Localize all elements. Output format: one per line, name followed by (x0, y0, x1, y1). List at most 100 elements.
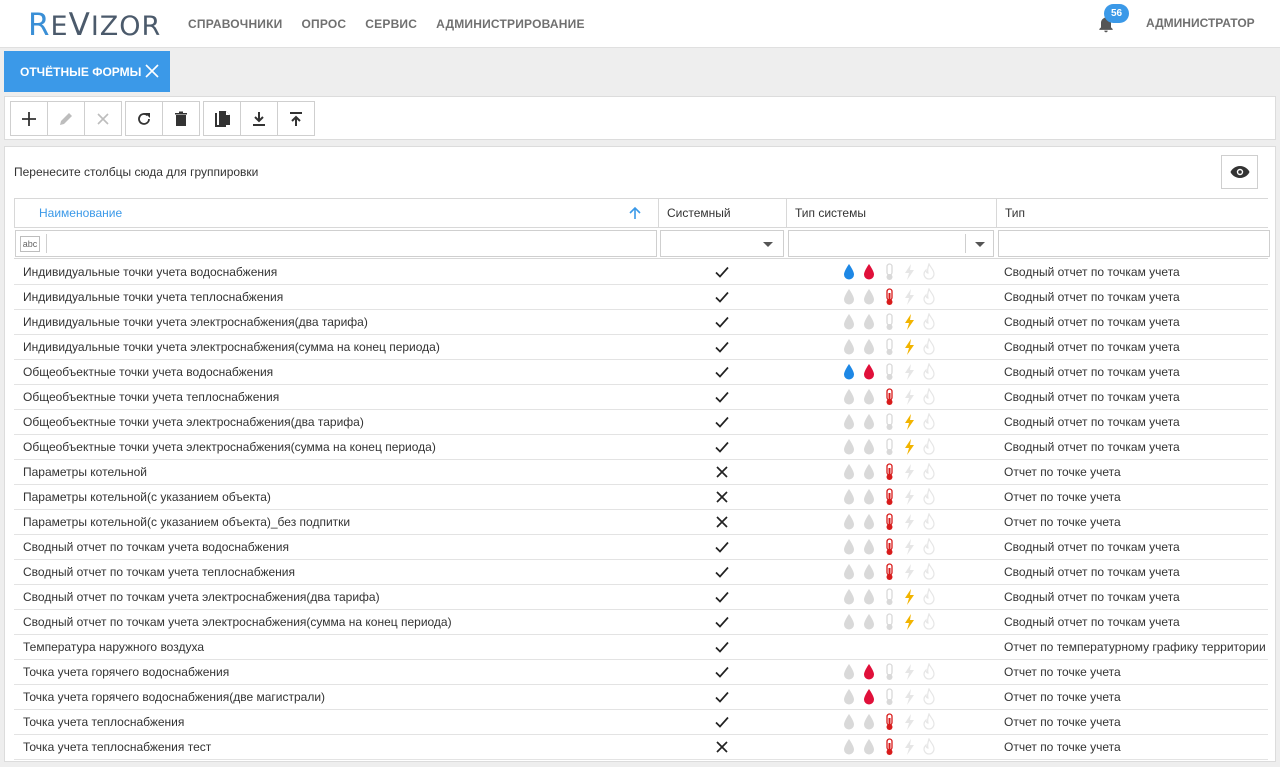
system-type-icons (842, 738, 942, 756)
cell-name: Общеобъектные точки учета теплоснабжения (23, 390, 280, 404)
cell-name: Сводный отчет по точкам учета водоснабже… (23, 540, 289, 554)
thermometer-icon (886, 488, 893, 505)
cell-type: Сводный отчет по точкам учета (1004, 265, 1180, 279)
logo-letter-e: E (50, 11, 69, 42)
lightning-icon (905, 589, 914, 605)
column-header-name[interactable]: Наименование (14, 199, 658, 227)
thermometer-icon (886, 663, 893, 680)
thermometer-icon (886, 513, 893, 530)
cross-icon (714, 464, 730, 480)
thermometer-icon (886, 288, 893, 305)
column-header-system[interactable]: Системный (658, 199, 786, 227)
delete-icon (175, 111, 187, 126)
cold-water-icon (844, 439, 854, 455)
table-row[interactable]: Общеобъектные точки учета электроснабжен… (14, 410, 1268, 435)
text-filter-icon[interactable]: abc (20, 236, 40, 252)
copy-icon (215, 110, 230, 127)
thermometer-icon (886, 313, 893, 330)
lightning-icon (905, 664, 914, 680)
table-row[interactable]: Общеобъектные точки учета электроснабжен… (14, 435, 1268, 460)
cancel-button[interactable] (84, 101, 122, 136)
system-type-icons (842, 413, 942, 431)
table-row[interactable]: Индивидуальные точки учета электроснабже… (14, 335, 1268, 360)
system-type-icons (842, 538, 942, 556)
delete-button[interactable] (162, 101, 200, 136)
cell-type: Сводный отчет по точкам учета (1004, 290, 1180, 304)
table-row[interactable]: Температура наружного воздуха Отчет по те… (14, 635, 1268, 660)
table-row[interactable]: Сводный отчет по точкам учета водоснабже… (14, 535, 1268, 560)
copy-button[interactable] (203, 101, 241, 136)
table-row[interactable]: Индивидуальные точки учета теплоснабжени… (14, 285, 1268, 310)
cell-name: Сводный отчет по точкам учета электросна… (23, 615, 452, 629)
table-row[interactable]: Параметры котельной(с указанием объекта)… (14, 510, 1268, 535)
system-filter-select[interactable] (660, 230, 784, 257)
table-row[interactable]: Общеобъектные точки учета теплоснабжения… (14, 385, 1268, 410)
hot-water-icon (864, 664, 874, 680)
download-button[interactable] (240, 101, 278, 136)
cell-type: Отчет по точке учета (1004, 515, 1121, 529)
check-icon (714, 339, 730, 355)
table-row[interactable]: Индивидуальные точки учета водоснабжения… (14, 260, 1268, 285)
system-type-filter-select[interactable] (788, 230, 994, 257)
tab-report-forms[interactable]: ОТЧЁТНЫЕ ФОРМЫ (4, 51, 170, 92)
cold-water-icon (844, 589, 854, 605)
table-row[interactable]: Точка учета теплоснабжения Отчет по точке… (14, 710, 1268, 735)
cell-type: Отчет по температурному графику территор… (1004, 640, 1266, 654)
user-menu[interactable]: АДМИНИСТРАТОР (1146, 16, 1255, 30)
check-icon (714, 639, 730, 655)
flame-icon (923, 288, 935, 305)
cell-type: Сводный отчет по точкам учета (1004, 415, 1180, 429)
cold-water-icon (844, 339, 854, 355)
edit-button[interactable] (47, 101, 85, 136)
table-row[interactable]: Сводный отчет по точкам учета электросна… (14, 610, 1268, 635)
table-row[interactable]: Сводный отчет по точкам учета теплоснабж… (14, 560, 1268, 585)
name-filter-input[interactable]: abc (15, 230, 657, 257)
nav-item-polling[interactable]: ОПРОС (301, 17, 346, 31)
table-row[interactable]: Точка учета теплоснабжения тест Отчет по … (14, 735, 1268, 760)
cell-name: Точка учета теплоснабжения (23, 715, 185, 729)
add-icon (22, 111, 36, 126)
table-row[interactable]: Точка учета горячего водоснабжения(две м… (14, 685, 1268, 710)
upload-button[interactable] (277, 101, 315, 136)
system-type-icons (842, 563, 942, 581)
table-row[interactable]: Параметры котельной Отчет по точке учета (14, 460, 1268, 485)
column-header-system-type[interactable]: Тип системы (786, 199, 996, 227)
column-chooser-button[interactable] (1221, 155, 1258, 189)
logo[interactable]: REVIZOR (28, 7, 161, 43)
flame-icon (923, 388, 935, 405)
thermometer-icon (886, 438, 893, 455)
lightning-icon (905, 414, 914, 430)
nav-item-service[interactable]: СЕРВИС (365, 17, 417, 31)
flame-icon (923, 338, 935, 355)
lightning-icon (905, 364, 914, 380)
column-header-type[interactable]: Тип (996, 199, 1268, 227)
cell-name: Общеобъектные точки учета водоснабжения (23, 365, 274, 379)
flame-icon (923, 563, 935, 580)
logo-letter-v: V (68, 7, 91, 43)
grid-body: Индивидуальные точки учета водоснабжения… (14, 260, 1268, 760)
cell-type: Сводный отчет по точкам учета (1004, 615, 1180, 629)
check-icon (714, 539, 730, 555)
notification-badge[interactable]: 56 (1104, 4, 1129, 23)
close-icon[interactable] (145, 64, 159, 78)
chevron-down-icon (763, 242, 773, 247)
table-row[interactable]: Индивидуальные точки учета электроснабже… (14, 310, 1268, 335)
sort-ascending-icon[interactable] (628, 206, 642, 220)
type-filter-input[interactable] (998, 230, 1270, 257)
lightning-icon (905, 714, 914, 730)
system-type-icons (842, 488, 942, 506)
table-row[interactable]: Общеобъектные точки учета водоснабжения С… (14, 360, 1268, 385)
flame-icon (923, 613, 935, 630)
add-button[interactable] (10, 101, 48, 136)
nav-item-directories[interactable]: СПРАВОЧНИКИ (188, 17, 282, 31)
nav-item-administration[interactable]: АДМИНИСТРИРОВАНИЕ (436, 17, 585, 31)
refresh-button[interactable] (125, 101, 163, 136)
check-icon (714, 439, 730, 455)
grid-header: Наименование Системный Тип системы Тип (14, 198, 1268, 228)
cell-type: Сводный отчет по точкам учета (1004, 540, 1180, 554)
cell-type: Отчет по точке учета (1004, 715, 1121, 729)
table-row[interactable]: Точка учета горячего водоснабжения Отчет … (14, 660, 1268, 685)
table-row[interactable]: Параметры котельной(с указанием объекта)… (14, 485, 1268, 510)
cell-type: Отчет по точке учета (1004, 665, 1121, 679)
table-row[interactable]: Сводный отчет по точкам учета электросна… (14, 585, 1268, 610)
